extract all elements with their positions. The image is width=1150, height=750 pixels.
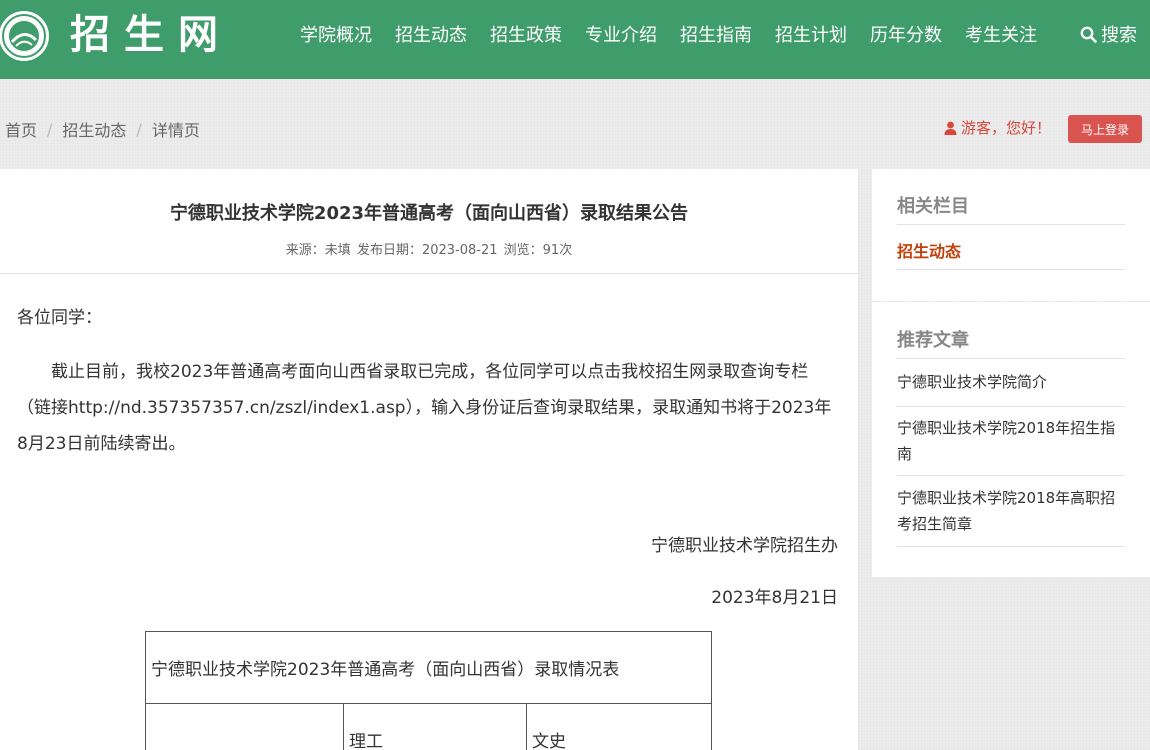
nav-item-plan[interactable]: 招生计划 [775,21,847,47]
nav-item-scores[interactable]: 历年分数 [870,21,942,47]
main-nav: 学院概况 招生动态 招生政策 专业介绍 招生指南 招生计划 历年分数 考生关注 [300,0,1060,68]
site-header: 招生网 学院概况 招生动态 招生政策 专业介绍 招生指南 招生计划 历年分数 考… [0,0,1150,79]
table-caption: 宁德职业技术学院2023年普通高考（面向山西省）录取情况表 [145,631,712,704]
article-sign-date: 2023年8月21日 [711,588,838,608]
related-columns-panel: 相关栏目 招生动态 [872,169,1150,301]
recommended-articles-panel: 推荐文章 宁德职业技术学院简介 宁德职业技术学院2018年招生指南 宁德职业技术… [872,302,1150,577]
recommended-item[interactable]: 宁德职业技术学院简介 [897,369,1127,395]
article-divider [0,273,858,274]
search-button[interactable]: 搜索 [1080,21,1137,47]
login-button[interactable]: 马上登录 [1068,115,1142,143]
breadcrumb-news[interactable]: 招生动态 [62,117,126,141]
divider [897,406,1125,407]
article-greeting: 各位同学： [17,308,102,328]
table-row: 宁德职业技术学院2023年普通高考（面向山西省）录取情况表 [145,631,712,704]
breadcrumb-separator: / [136,119,142,139]
article-body: 各位同学： 截止目前，我校2023年普通高考面向山西省录取已完成，各位同学可以点… [17,303,839,462]
nav-item-guide[interactable]: 招生指南 [680,21,752,47]
related-link-news[interactable]: 招生动态 [897,238,961,262]
article-meta: 来源：未填 发布日期：2023-08-21 浏览：91次 [0,239,858,258]
article-paragraph: 截止目前，我校2023年普通高考面向山西省录取已完成，各位同学可以点击我校招生网… [17,362,832,454]
article-signature: 宁德职业技术学院招生办 [651,536,838,556]
nav-item-majors[interactable]: 专业介绍 [585,21,657,47]
divider [897,224,1125,225]
admission-table: 宁德职业技术学院2023年普通高考（面向山西省）录取情况表 理工 文史 [145,631,712,750]
recommended-item[interactable]: 宁德职业技术学院2018年招生指南 [897,415,1127,467]
article-title: 宁德职业技术学院2023年普通高考（面向山西省）录取结果公告 [169,203,689,224]
site-logo-text[interactable]: 招生网 [70,10,232,60]
related-columns-title: 相关栏目 [897,196,969,217]
article-date: 发布日期：2023-08-21 [356,243,498,258]
breadcrumb: 首页 / 招生动态 / 详情页 [5,117,200,141]
table-row: 理工 文史 [145,703,712,750]
breadcrumb-current: 详情页 [151,121,200,140]
nav-item-policy[interactable]: 招生政策 [490,21,562,47]
article-source: 来源：未填 [285,243,351,258]
divider [897,269,1125,270]
search-label: 搜索 [1101,25,1137,46]
guest-greeting-text: 游客，您好！ [961,119,1052,137]
table-header-cell: 理工 [343,703,527,750]
recommended-item[interactable]: 宁德职业技术学院2018年高职招考招生简章 [897,485,1127,537]
article-panel: 宁德职业技术学院2023年普通高考（面向山西省）录取结果公告 来源：未填 发布日… [0,169,858,750]
divider [897,546,1125,547]
divider [897,475,1125,476]
article-views: 浏览：91次 [503,243,573,258]
table-header-cell: 文史 [526,703,712,750]
user-icon [944,121,957,135]
table-header-cell [145,703,344,750]
guest-greeting: 游客，您好！ [944,117,1051,138]
nav-item-news[interactable]: 招生动态 [395,21,467,47]
nav-item-focus[interactable]: 考生关注 [965,21,1037,47]
breadcrumb-home[interactable]: 首页 [5,117,37,141]
search-icon [1080,26,1097,43]
divider [897,358,1125,359]
school-emblem-icon[interactable] [0,10,50,62]
breadcrumb-separator: / [47,119,53,139]
recommended-title: 推荐文章 [897,330,969,351]
nav-item-about[interactable]: 学院概况 [300,21,372,47]
